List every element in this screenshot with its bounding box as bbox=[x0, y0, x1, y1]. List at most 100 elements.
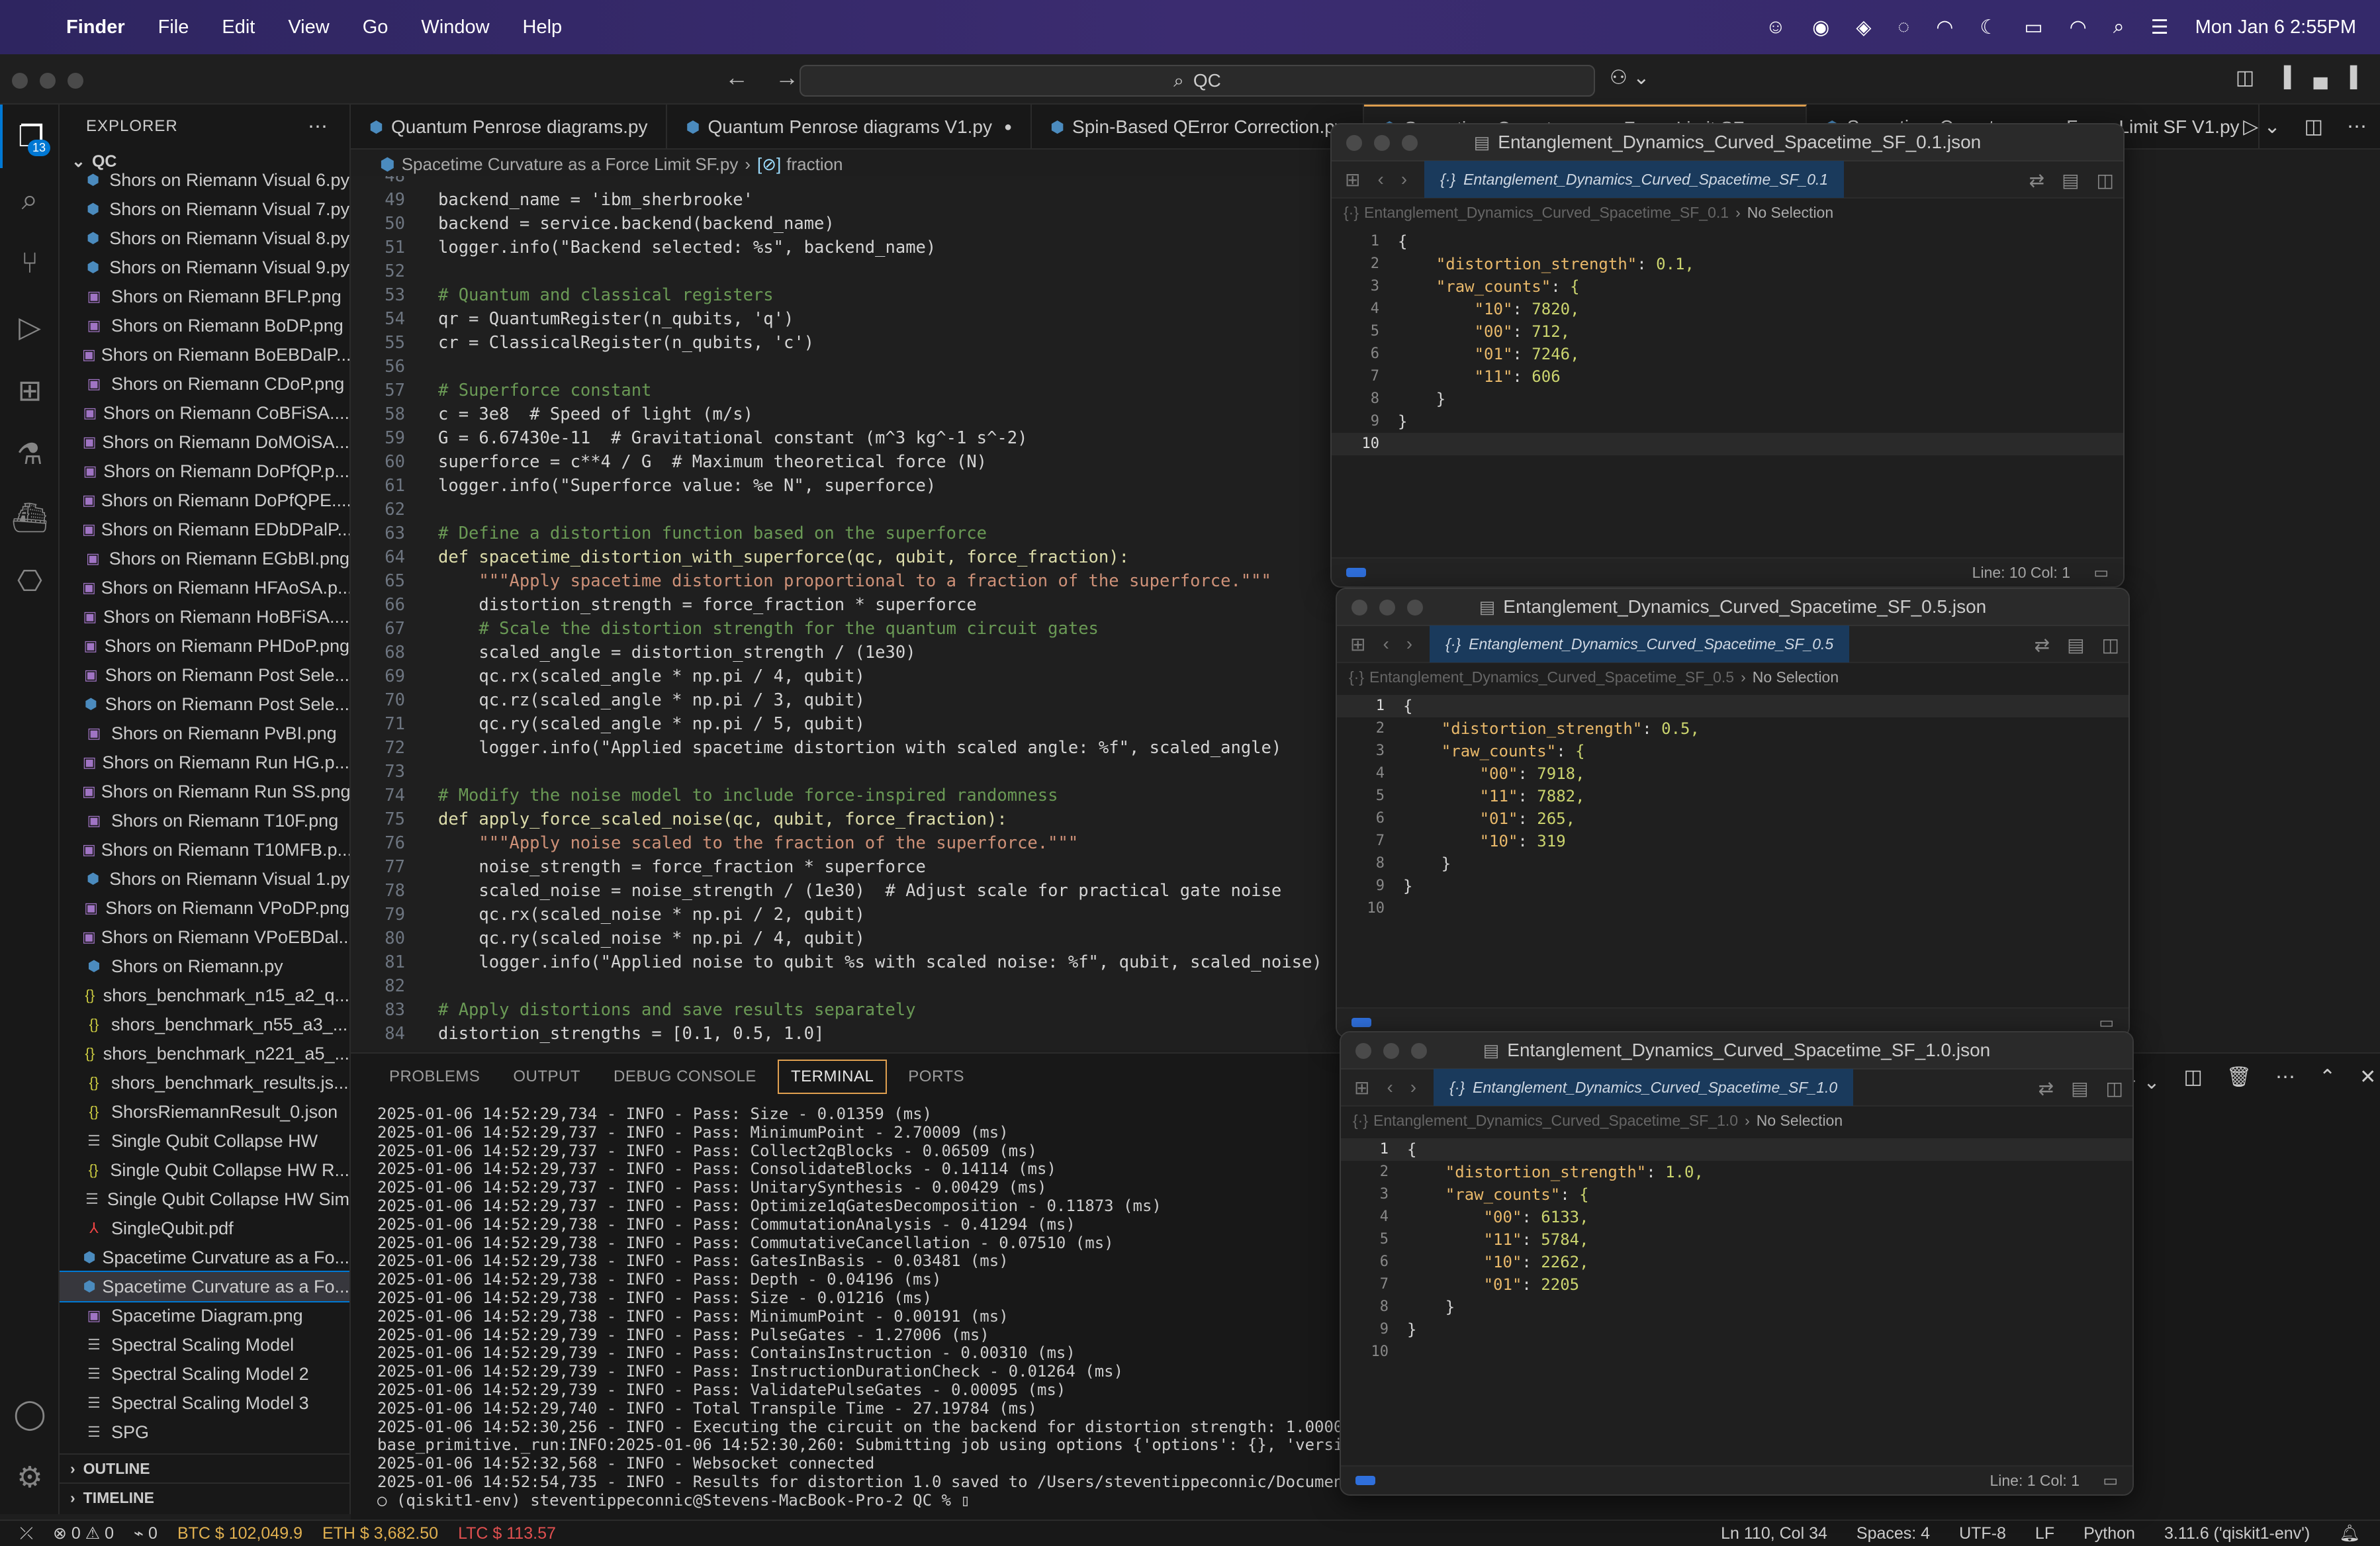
file-item[interactable]: ▣ Shors on Riemann BFLP.png bbox=[60, 282, 349, 311]
status-app-icon[interactable]: ◌ bbox=[1898, 16, 1909, 38]
eth-price[interactable]: ETH $ 3,682.50 bbox=[322, 1524, 438, 1543]
file-item[interactable]: ☰ SPG bbox=[60, 1418, 349, 1447]
forward-chevron-icon[interactable]: › bbox=[1406, 633, 1412, 655]
grid-icon[interactable]: ⊞ bbox=[1354, 1077, 1369, 1099]
file-item[interactable]: {} Single Qubit Collapse HW R... bbox=[60, 1156, 349, 1185]
indentation[interactable]: Spaces: 4 bbox=[1856, 1524, 1930, 1543]
settings-gear-icon[interactable]: ⚙ bbox=[0, 1445, 60, 1509]
menu-file[interactable]: File bbox=[158, 17, 189, 38]
file-item[interactable]: ▣ Shors on Riemann CDoP.png bbox=[60, 369, 349, 398]
json-crumb-file[interactable]: Entanglement_Dynamics_Curved_Spacetime_S… bbox=[1373, 1112, 1738, 1130]
file-item[interactable]: ⬢ Shors on Riemann Visual 1.py bbox=[60, 864, 349, 893]
json-crumb-file[interactable]: Entanglement_Dynamics_Curved_Spacetime_S… bbox=[1369, 668, 1734, 686]
testing-flask-icon[interactable]: ⚗ bbox=[0, 422, 60, 486]
command-center-search[interactable]: ⌕ QC bbox=[800, 65, 1595, 97]
language-mode[interactable]: Python bbox=[2083, 1524, 2135, 1543]
status-app-icon[interactable]: ☺ bbox=[1765, 16, 1786, 38]
file-item[interactable]: {} ShorsRiemannResult_0.json bbox=[60, 1097, 349, 1126]
outline-section[interactable]: › OUTLINE bbox=[60, 1453, 349, 1482]
file-item[interactable]: ▣ Shors on Riemann T10F.png bbox=[60, 806, 349, 835]
toggle-panel-icon[interactable]: ▄ bbox=[2313, 66, 2327, 89]
file-item[interactable]: ⬢ Spacetime Curvature as a Fo... bbox=[60, 1271, 349, 1302]
split-icon[interactable]: ◫ bbox=[2102, 634, 2119, 656]
forward-arrow-icon[interactable]: → bbox=[775, 64, 799, 91]
file-item[interactable]: ▣ Shors on Riemann VPoDP.png bbox=[60, 893, 349, 923]
json-window-titlebar[interactable]: ▤ Entanglement_Dynamics_Curved_Spacetime_… bbox=[1332, 124, 2123, 161]
file-item[interactable]: {} shors_benchmark_results.js... bbox=[60, 1068, 349, 1097]
inspector-icon[interactable]: ▤ bbox=[2071, 1077, 2088, 1099]
more-actions-icon[interactable]: ⋯ bbox=[2275, 1066, 2295, 1095]
menu-go[interactable]: Go bbox=[363, 17, 389, 38]
encoding[interactable]: UTF-8 bbox=[1959, 1524, 2006, 1543]
end-of-line[interactable]: LF bbox=[2035, 1524, 2054, 1543]
file-item[interactable]: ⬢ Shors on Riemann Post Sele... bbox=[60, 690, 349, 719]
window-traffic-lights[interactable] bbox=[1355, 1043, 1427, 1059]
window-traffic-lights[interactable] bbox=[1351, 600, 1423, 615]
back-chevron-icon[interactable]: ‹ bbox=[1377, 169, 1383, 191]
menu-help[interactable]: Help bbox=[523, 17, 563, 38]
file-item[interactable]: {} shors_benchmark_n221_a5_... bbox=[60, 1039, 349, 1068]
search-icon[interactable]: ⌕ bbox=[0, 168, 60, 232]
tab-output[interactable]: OUTPUT bbox=[501, 1061, 592, 1093]
tab-terminal[interactable]: TERMINAL bbox=[777, 1060, 888, 1094]
maximize-panel-chevron-icon[interactable]: ⌃ bbox=[2319, 1066, 2336, 1095]
moon-icon[interactable]: ☾ bbox=[1980, 16, 1997, 39]
more-actions-icon[interactable]: ⋯ bbox=[2347, 115, 2367, 138]
tab-ports[interactable]: PORTS bbox=[896, 1061, 976, 1093]
back-chevron-icon[interactable]: ‹ bbox=[1383, 633, 1389, 655]
file-item[interactable]: {} shors_benchmark_n15_a2_q... bbox=[60, 981, 349, 1010]
file-item[interactable]: ☰ Spectral Scaling Model 2 bbox=[60, 1359, 349, 1388]
panel-toggle-icon[interactable]: ▭ bbox=[2099, 1013, 2114, 1032]
gauge-icon[interactable]: ◠ bbox=[1936, 16, 1953, 39]
file-item[interactable]: ☰ Single Qubit Collapse HW Sim bbox=[60, 1185, 349, 1214]
source-control-icon[interactable]: ⑂ bbox=[0, 232, 60, 295]
docker-icon[interactable]: ⛴ bbox=[0, 486, 60, 549]
wifi-icon[interactable]: ◠ bbox=[2070, 16, 2087, 39]
swap-icon[interactable]: ⇄ bbox=[2038, 1077, 2054, 1099]
status-app-icon[interactable]: ◈ bbox=[1856, 16, 1871, 39]
split-icon[interactable]: ◫ bbox=[2106, 1077, 2123, 1099]
run-debug-icon[interactable]: ▷ bbox=[0, 295, 60, 359]
json-editor-body[interactable]: 1{2 "distortion_strength": 0.5, 3 "raw_co… bbox=[1337, 691, 2128, 920]
file-item[interactable]: ▣ Shors on Riemann DoPfQPE.... bbox=[60, 486, 349, 515]
file-item[interactable]: ▣ Shors on Riemann BoEBDalP... bbox=[60, 340, 349, 369]
extensions-icon[interactable]: ⊞ bbox=[0, 359, 60, 422]
cursor-position[interactable]: Ln 110, Col 34 bbox=[1721, 1524, 1827, 1543]
swap-icon[interactable]: ⇄ bbox=[2035, 634, 2050, 656]
timeline-section[interactable]: › TIMELINE bbox=[60, 1482, 349, 1512]
menu-window[interactable]: Window bbox=[421, 17, 489, 38]
run-file-icon[interactable]: ▷ ⌄ bbox=[2243, 115, 2281, 138]
file-item[interactable]: {} shors_benchmark_n55_a3_... bbox=[60, 1010, 349, 1039]
remote-explorer-icon[interactable]: ⎔ bbox=[0, 549, 60, 613]
kill-terminal-trash-icon[interactable]: 🗑 bbox=[2226, 1066, 2252, 1095]
json-editor-tab[interactable]: {·} Entanglement_Dynamics_Curved_Spacetim… bbox=[1430, 625, 1850, 662]
menu-view[interactable]: View bbox=[288, 17, 329, 38]
menubar-clock[interactable]: Mon Jan 6 2:55PM bbox=[2195, 17, 2356, 38]
file-item[interactable]: ▣ Shors on Riemann PHDoP.png bbox=[60, 631, 349, 660]
layout-toggle-icon[interactable]: ◫ bbox=[2236, 66, 2254, 89]
more-actions-icon[interactable]: ⋯ bbox=[308, 115, 328, 138]
panel-toggle-icon[interactable]: ▭ bbox=[2093, 563, 2109, 582]
toggle-secondary-sidebar-icon[interactable]: ▌ bbox=[2350, 66, 2364, 89]
file-item[interactable]: ☰ Single Qubit Collapse HW bbox=[60, 1126, 349, 1156]
tab-debug-console[interactable]: DEBUG CONSOLE bbox=[602, 1061, 768, 1093]
json-window-titlebar[interactable]: ▤ Entanglement_Dynamics_Curved_Spacetime_… bbox=[1337, 589, 2128, 626]
file-item[interactable]: ⬢ Shors on Riemann Visual 8.py bbox=[60, 224, 349, 253]
forward-chevron-icon[interactable]: › bbox=[1401, 169, 1407, 191]
tab-quantum-penrose-v1[interactable]: ⬢ Quantum Penrose diagrams V1.py ● bbox=[667, 105, 1032, 150]
window-traffic-lights[interactable] bbox=[1346, 135, 1418, 151]
inspector-icon[interactable]: ▤ bbox=[2067, 634, 2084, 656]
ltc-price[interactable]: LTC $ 113.57 bbox=[458, 1524, 556, 1543]
split-terminal-icon[interactable]: ◫ bbox=[2183, 1066, 2202, 1095]
back-arrow-icon[interactable]: ← bbox=[725, 64, 749, 91]
file-item[interactable]: ▣ Shors on Riemann HFAoSA.p... bbox=[60, 573, 349, 602]
file-item[interactable]: ⬢ Spacetime Curvature as a Fo... bbox=[60, 1243, 349, 1272]
file-item[interactable]: ⬢ Shors on Riemann Visual 7.py bbox=[60, 195, 349, 224]
file-item[interactable]: ▣ Shors on Riemann VPoEBDal... bbox=[60, 923, 349, 952]
breadcrumb-symbol[interactable]: fraction bbox=[786, 154, 843, 175]
grid-icon[interactable]: ⊞ bbox=[1350, 633, 1365, 655]
json-window-titlebar[interactable]: ▤ Entanglement_Dynamics_Curved_Spacetime_… bbox=[1341, 1032, 2132, 1069]
file-item[interactable]: ▣ Shors on Riemann DoPfQP.p... bbox=[60, 457, 349, 486]
python-interpreter[interactable]: 3.11.6 ('qiskit1-env') bbox=[2164, 1524, 2310, 1543]
account-icon[interactable]: ◯ bbox=[0, 1382, 60, 1445]
